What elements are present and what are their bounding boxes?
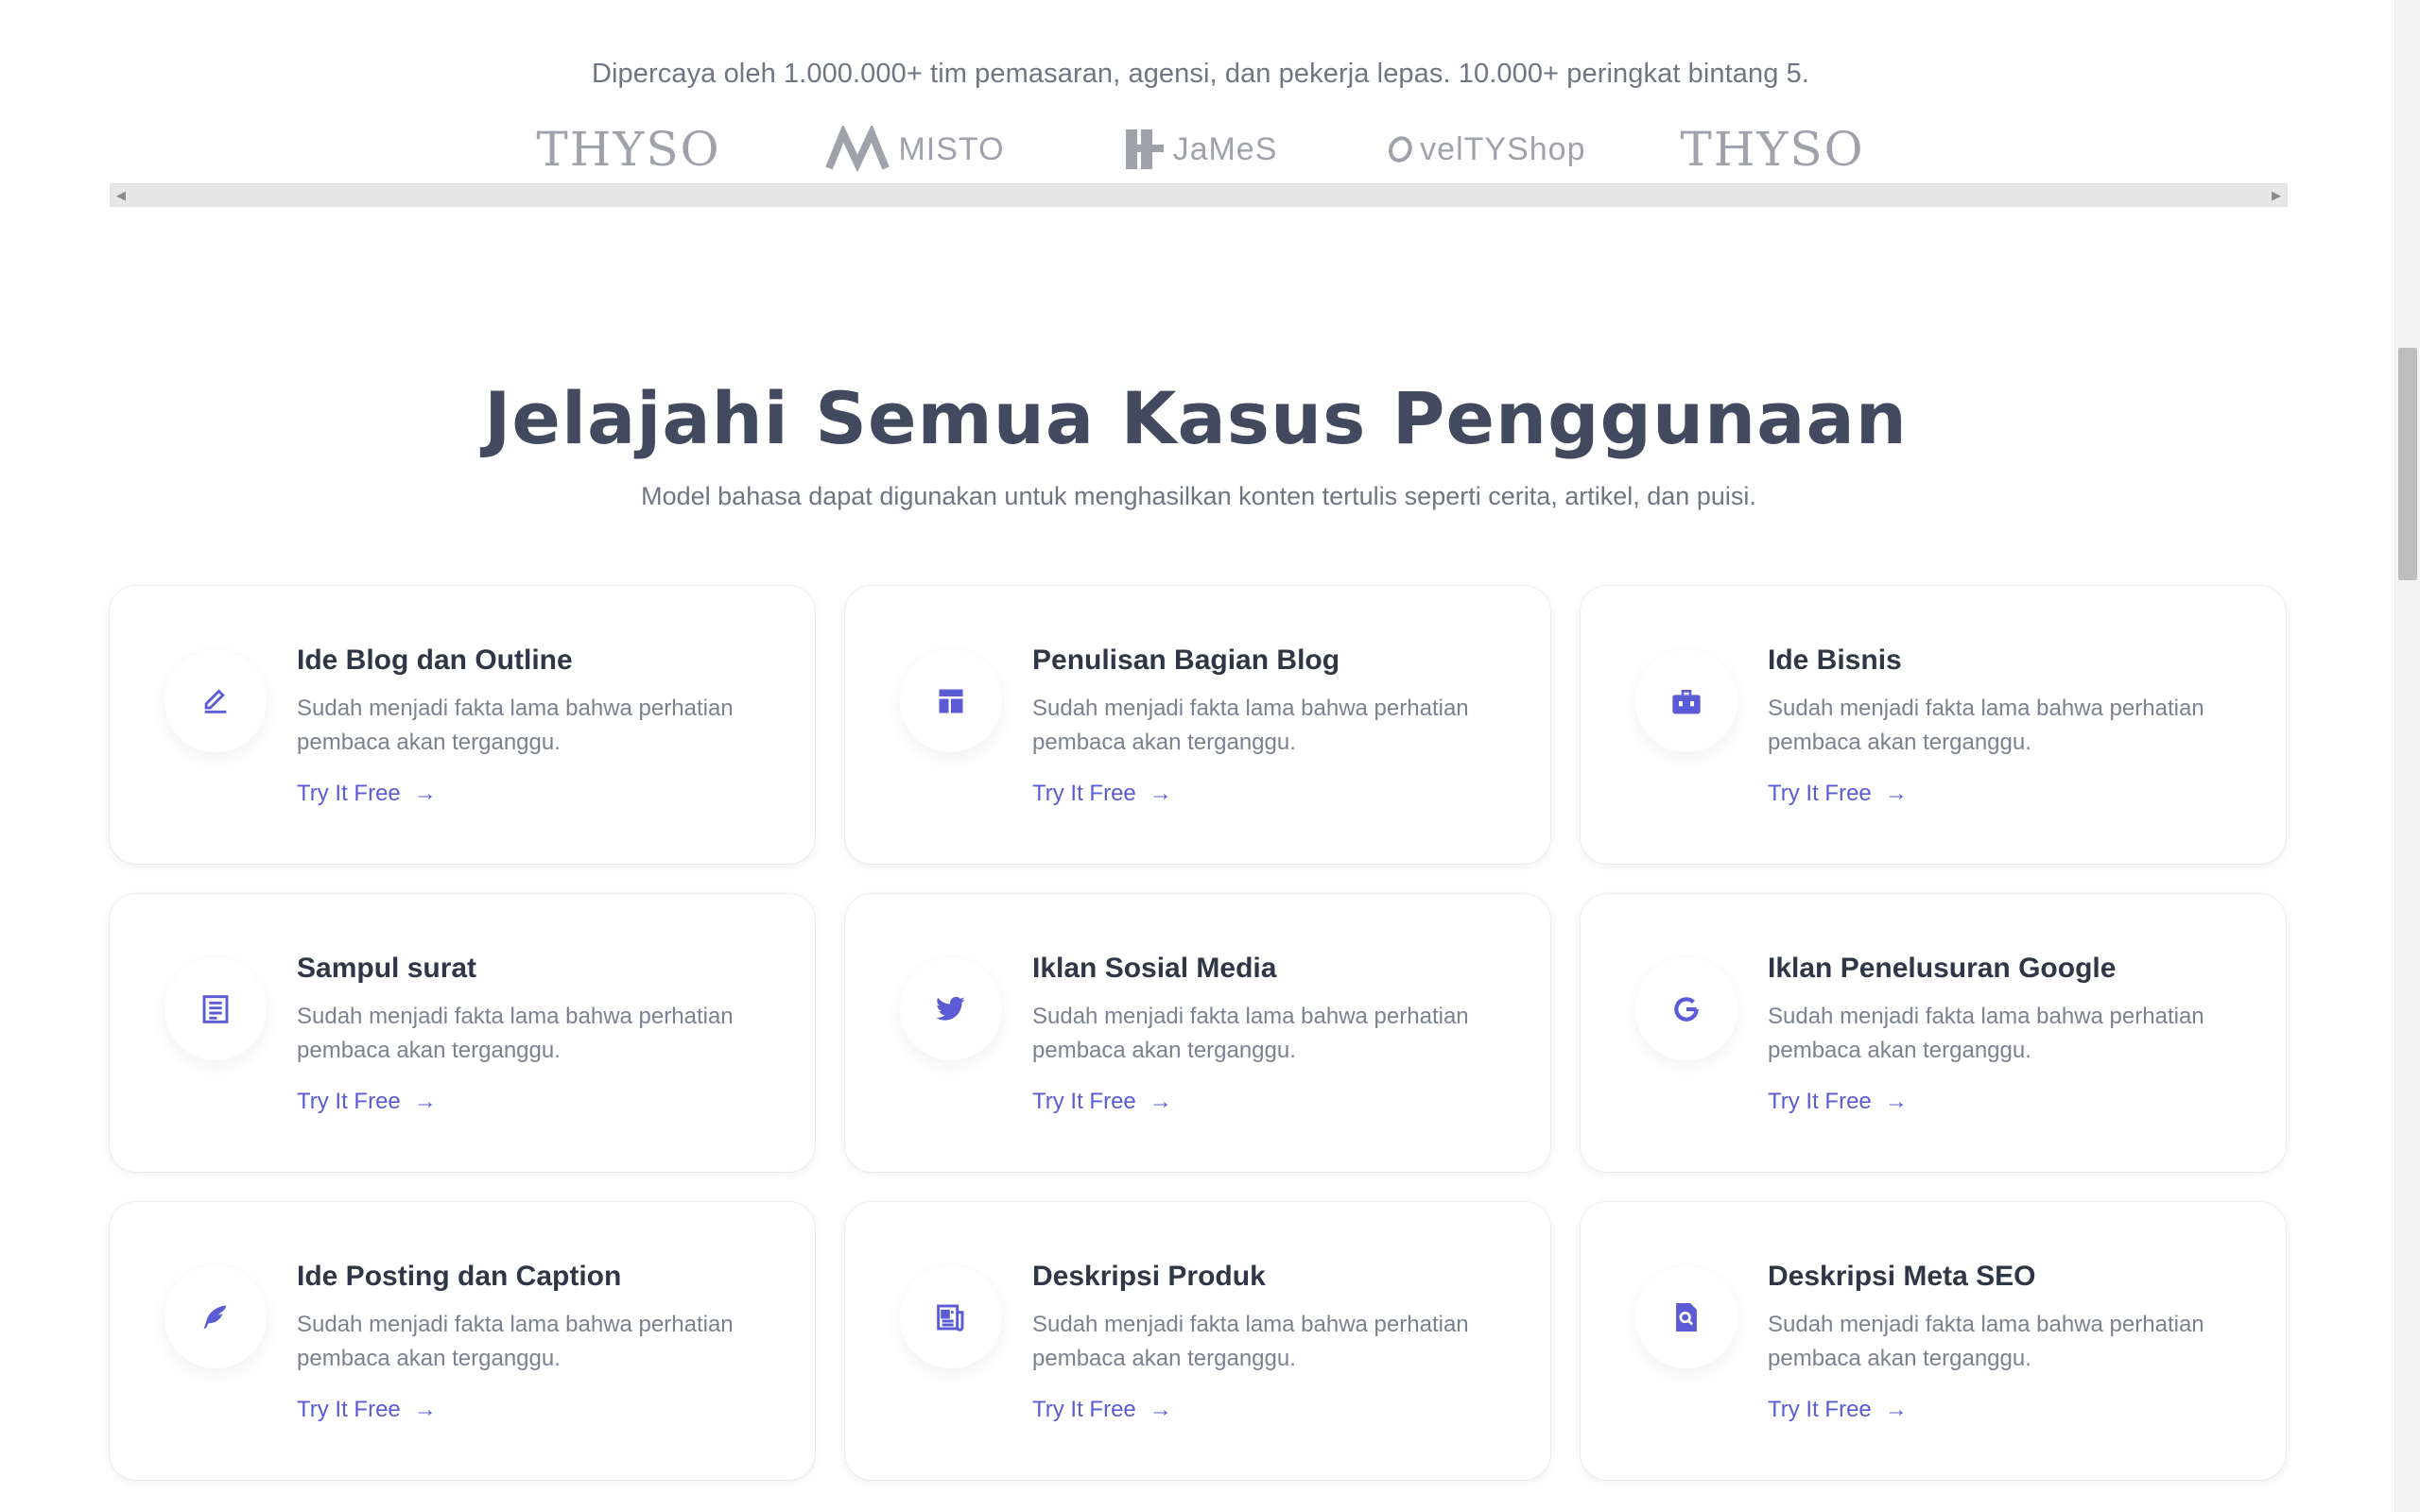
card-title: Penulisan Bagian Blog <box>1032 644 1340 676</box>
client-logos: THYSO MISTO JaMeS velTYShop THYSO <box>529 119 1872 180</box>
arrow-right-icon: → <box>1884 1397 1908 1422</box>
card-description: Sudah menjadi fakta lama bahwa perhatian… <box>1032 696 1469 755</box>
use-case-card[interactable]: Deskripsi Produk Sudah menjadi fakta lam… <box>845 1202 1550 1480</box>
twitter-icon <box>900 958 1002 1060</box>
scroll-left-icon[interactable]: ◀ <box>110 184 132 207</box>
card-description: Sudah menjadi fakta lama bahwa perhatian… <box>297 1004 734 1063</box>
james-mark-icon <box>1125 129 1164 169</box>
page-scrollbar[interactable] <box>2394 0 2420 1512</box>
try-free-link[interactable]: Try It Free → <box>1768 1089 1908 1115</box>
use-case-card[interactable]: Iklan Penelusuran Google Sudah menjadi f… <box>1581 894 2286 1172</box>
card-title: Sampul surat <box>297 953 477 984</box>
logo-james: JaMeS <box>1101 121 1300 178</box>
use-case-card[interactable]: Sampul surat Sudah menjadi fakta lama ba… <box>110 894 815 1172</box>
card-description: Sudah menjadi fakta lama bahwa perhatian… <box>1768 696 2204 755</box>
arrow-right-icon: → <box>1149 1397 1172 1422</box>
try-free-link[interactable]: Try It Free → <box>297 1397 437 1423</box>
card-title: Ide Bisnis <box>1768 644 1902 676</box>
arrow-right-icon: → <box>1149 781 1172 806</box>
card-description: Sudah menjadi fakta lama bahwa perhatian… <box>1032 1312 1469 1371</box>
misto-mark-icon <box>825 126 890 173</box>
try-free-link[interactable]: Try It Free → <box>297 781 437 807</box>
logo-thyso: THYSO <box>536 122 721 177</box>
search-file-icon <box>1635 1266 1737 1368</box>
document-icon <box>164 958 267 1060</box>
use-case-card[interactable]: Iklan Sosial Media Sudah menjadi fakta l… <box>845 894 1550 1172</box>
use-case-card[interactable]: Penulisan Bagian Blog Sudah menjadi fakt… <box>845 586 1550 864</box>
card-title: Deskripsi Produk <box>1032 1261 1266 1292</box>
feather-icon <box>164 1266 267 1368</box>
card-description: Sudah menjadi fakta lama bahwa perhatian… <box>297 1312 734 1371</box>
card-title: Iklan Sosial Media <box>1032 953 1277 984</box>
card-title: Iklan Penelusuran Google <box>1768 953 2117 984</box>
use-case-grid: Ide Blog dan Outline Sudah menjadi fakta… <box>110 586 2288 1480</box>
card-description: Sudah menjadi fakta lama bahwa perhatian… <box>1768 1004 2204 1063</box>
section-title: Jelajahi Semua Kasus Penggunaan <box>484 376 1908 460</box>
velty-mark-icon <box>1388 136 1412 163</box>
arrow-right-icon: → <box>413 1089 437 1114</box>
pencil-icon <box>164 650 267 752</box>
arrow-right-icon: → <box>1884 1089 1908 1114</box>
use-case-card[interactable]: Ide Posting dan Caption Sudah menjadi fa… <box>110 1202 815 1480</box>
card-title: Deskripsi Meta SEO <box>1768 1261 2036 1292</box>
google-icon <box>1635 958 1737 1060</box>
try-free-link[interactable]: Try It Free → <box>1768 781 1908 807</box>
logo-veltyshop: velTYShop <box>1388 121 1586 178</box>
logo-carousel-scrollbar[interactable]: ◀ ▶ <box>110 183 2288 207</box>
logo-thyso-2: THYSO <box>1680 122 1865 177</box>
card-description: Sudah menjadi fakta lama bahwa perhatian… <box>1768 1312 2204 1371</box>
arrow-right-icon: → <box>413 781 437 806</box>
card-title: Ide Blog dan Outline <box>297 644 573 676</box>
try-free-link[interactable]: Try It Free → <box>1032 1089 1172 1115</box>
briefcase-icon <box>1635 650 1737 752</box>
arrow-right-icon: → <box>1149 1089 1172 1114</box>
card-title: Ide Posting dan Caption <box>297 1261 622 1292</box>
try-free-link[interactable]: Try It Free → <box>1768 1397 1908 1423</box>
use-case-card[interactable]: Deskripsi Meta SEO Sudah menjadi fakta l… <box>1581 1202 2286 1480</box>
arrow-right-icon: → <box>413 1397 437 1422</box>
use-case-card[interactable]: Ide Bisnis Sudah menjadi fakta lama bahw… <box>1581 586 2286 864</box>
trust-text: Dipercaya oleh 1.000.000+ tim pemasaran,… <box>591 59 1810 89</box>
scrollbar-thumb[interactable] <box>2398 348 2417 580</box>
try-free-link[interactable]: Try It Free → <box>1032 1397 1172 1423</box>
scroll-right-icon[interactable]: ▶ <box>2265 184 2288 207</box>
arrow-right-icon: → <box>1884 781 1908 806</box>
try-free-link[interactable]: Try It Free → <box>1032 781 1172 807</box>
try-free-link[interactable]: Try It Free → <box>297 1089 437 1115</box>
layout-icon <box>900 650 1002 752</box>
card-description: Sudah menjadi fakta lama bahwa perhatian… <box>1032 1004 1469 1063</box>
newspaper-icon <box>900 1266 1002 1368</box>
logo-misto: MISTO <box>816 121 1014 178</box>
section-subtitle: Model bahasa dapat digunakan untuk mengh… <box>641 482 1756 510</box>
card-description: Sudah menjadi fakta lama bahwa perhatian… <box>297 696 734 755</box>
use-case-card[interactable]: Ide Blog dan Outline Sudah menjadi fakta… <box>110 586 815 864</box>
